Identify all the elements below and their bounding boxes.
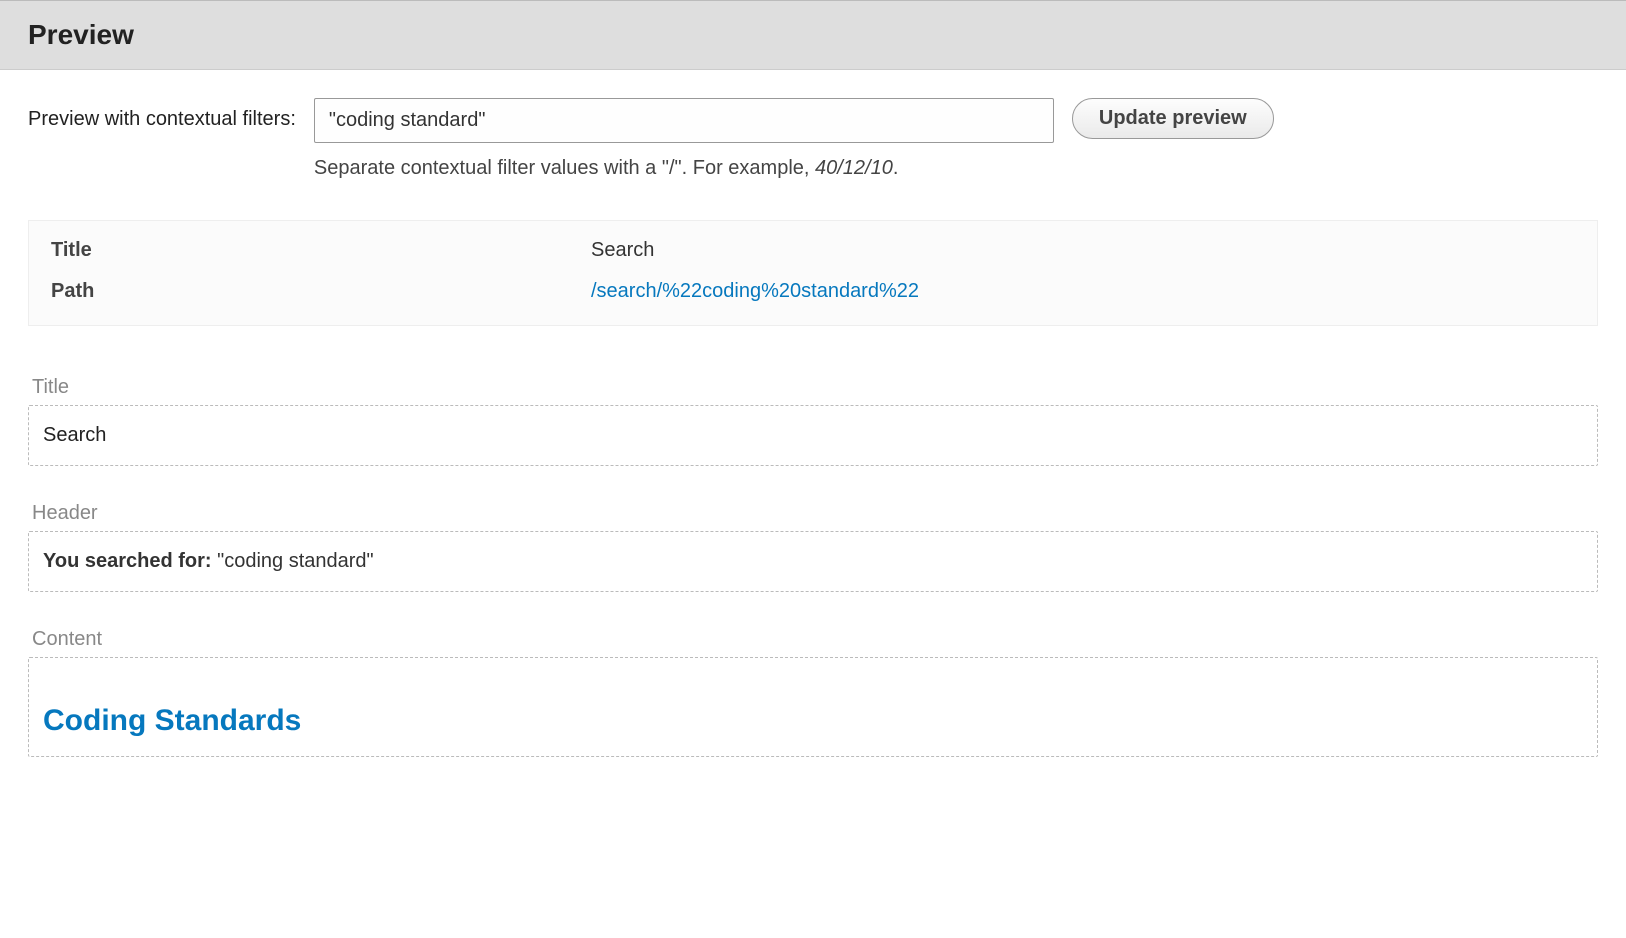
contextual-filter-row: Preview with contextual filters: Separat… (28, 98, 1598, 180)
section-content: Content Coding Standards (28, 628, 1598, 757)
section-content-label: Content (28, 628, 1598, 651)
info-row-title: Title Search (51, 239, 1575, 262)
contextual-filter-hint: Separate contextual filter values with a… (314, 157, 1054, 180)
info-path-label: Path (51, 280, 591, 303)
section-header-box: You searched for: "coding standard" (28, 531, 1598, 592)
section-title: Title Search (28, 376, 1598, 466)
section-header: Header You searched for: "coding standar… (28, 502, 1598, 592)
contextual-filter-label: Preview with contextual filters: (28, 98, 296, 131)
contextual-filter-input[interactable] (314, 98, 1054, 143)
searched-for-bold: You searched for: (43, 550, 212, 572)
hint-example: 40/12/10 (815, 157, 893, 179)
section-title-label: Title (28, 376, 1598, 399)
info-title-label: Title (51, 239, 591, 262)
section-content-box: Coding Standards (28, 657, 1598, 757)
panel-body: Preview with contextual filters: Separat… (0, 70, 1626, 757)
section-header-label: Header (28, 502, 1598, 525)
searched-for-text: You searched for: "coding standard" (43, 550, 1583, 573)
info-row-path: Path /search/%22coding%20standard%22 (51, 280, 1575, 303)
section-title-value: Search (43, 424, 1583, 447)
searched-for-query: "coding standard" (212, 550, 374, 572)
preview-info-block: Title Search Path /search/%22coding%20st… (28, 220, 1598, 326)
hint-prefix: Separate contextual filter values with a… (314, 157, 815, 179)
section-title-box: Search (28, 405, 1598, 466)
result-heading: Coding Standards (43, 704, 1583, 738)
contextual-filter-input-wrap: Separate contextual filter values with a… (314, 98, 1054, 180)
info-path-value: /search/%22coding%20standard%22 (591, 280, 919, 303)
panel-title: Preview (28, 19, 1598, 51)
update-preview-button[interactable]: Update preview (1072, 98, 1274, 139)
info-path-link[interactable]: /search/%22coding%20standard%22 (591, 280, 919, 302)
hint-suffix: . (893, 157, 899, 179)
panel-header: Preview (0, 0, 1626, 70)
info-title-value: Search (591, 239, 654, 262)
